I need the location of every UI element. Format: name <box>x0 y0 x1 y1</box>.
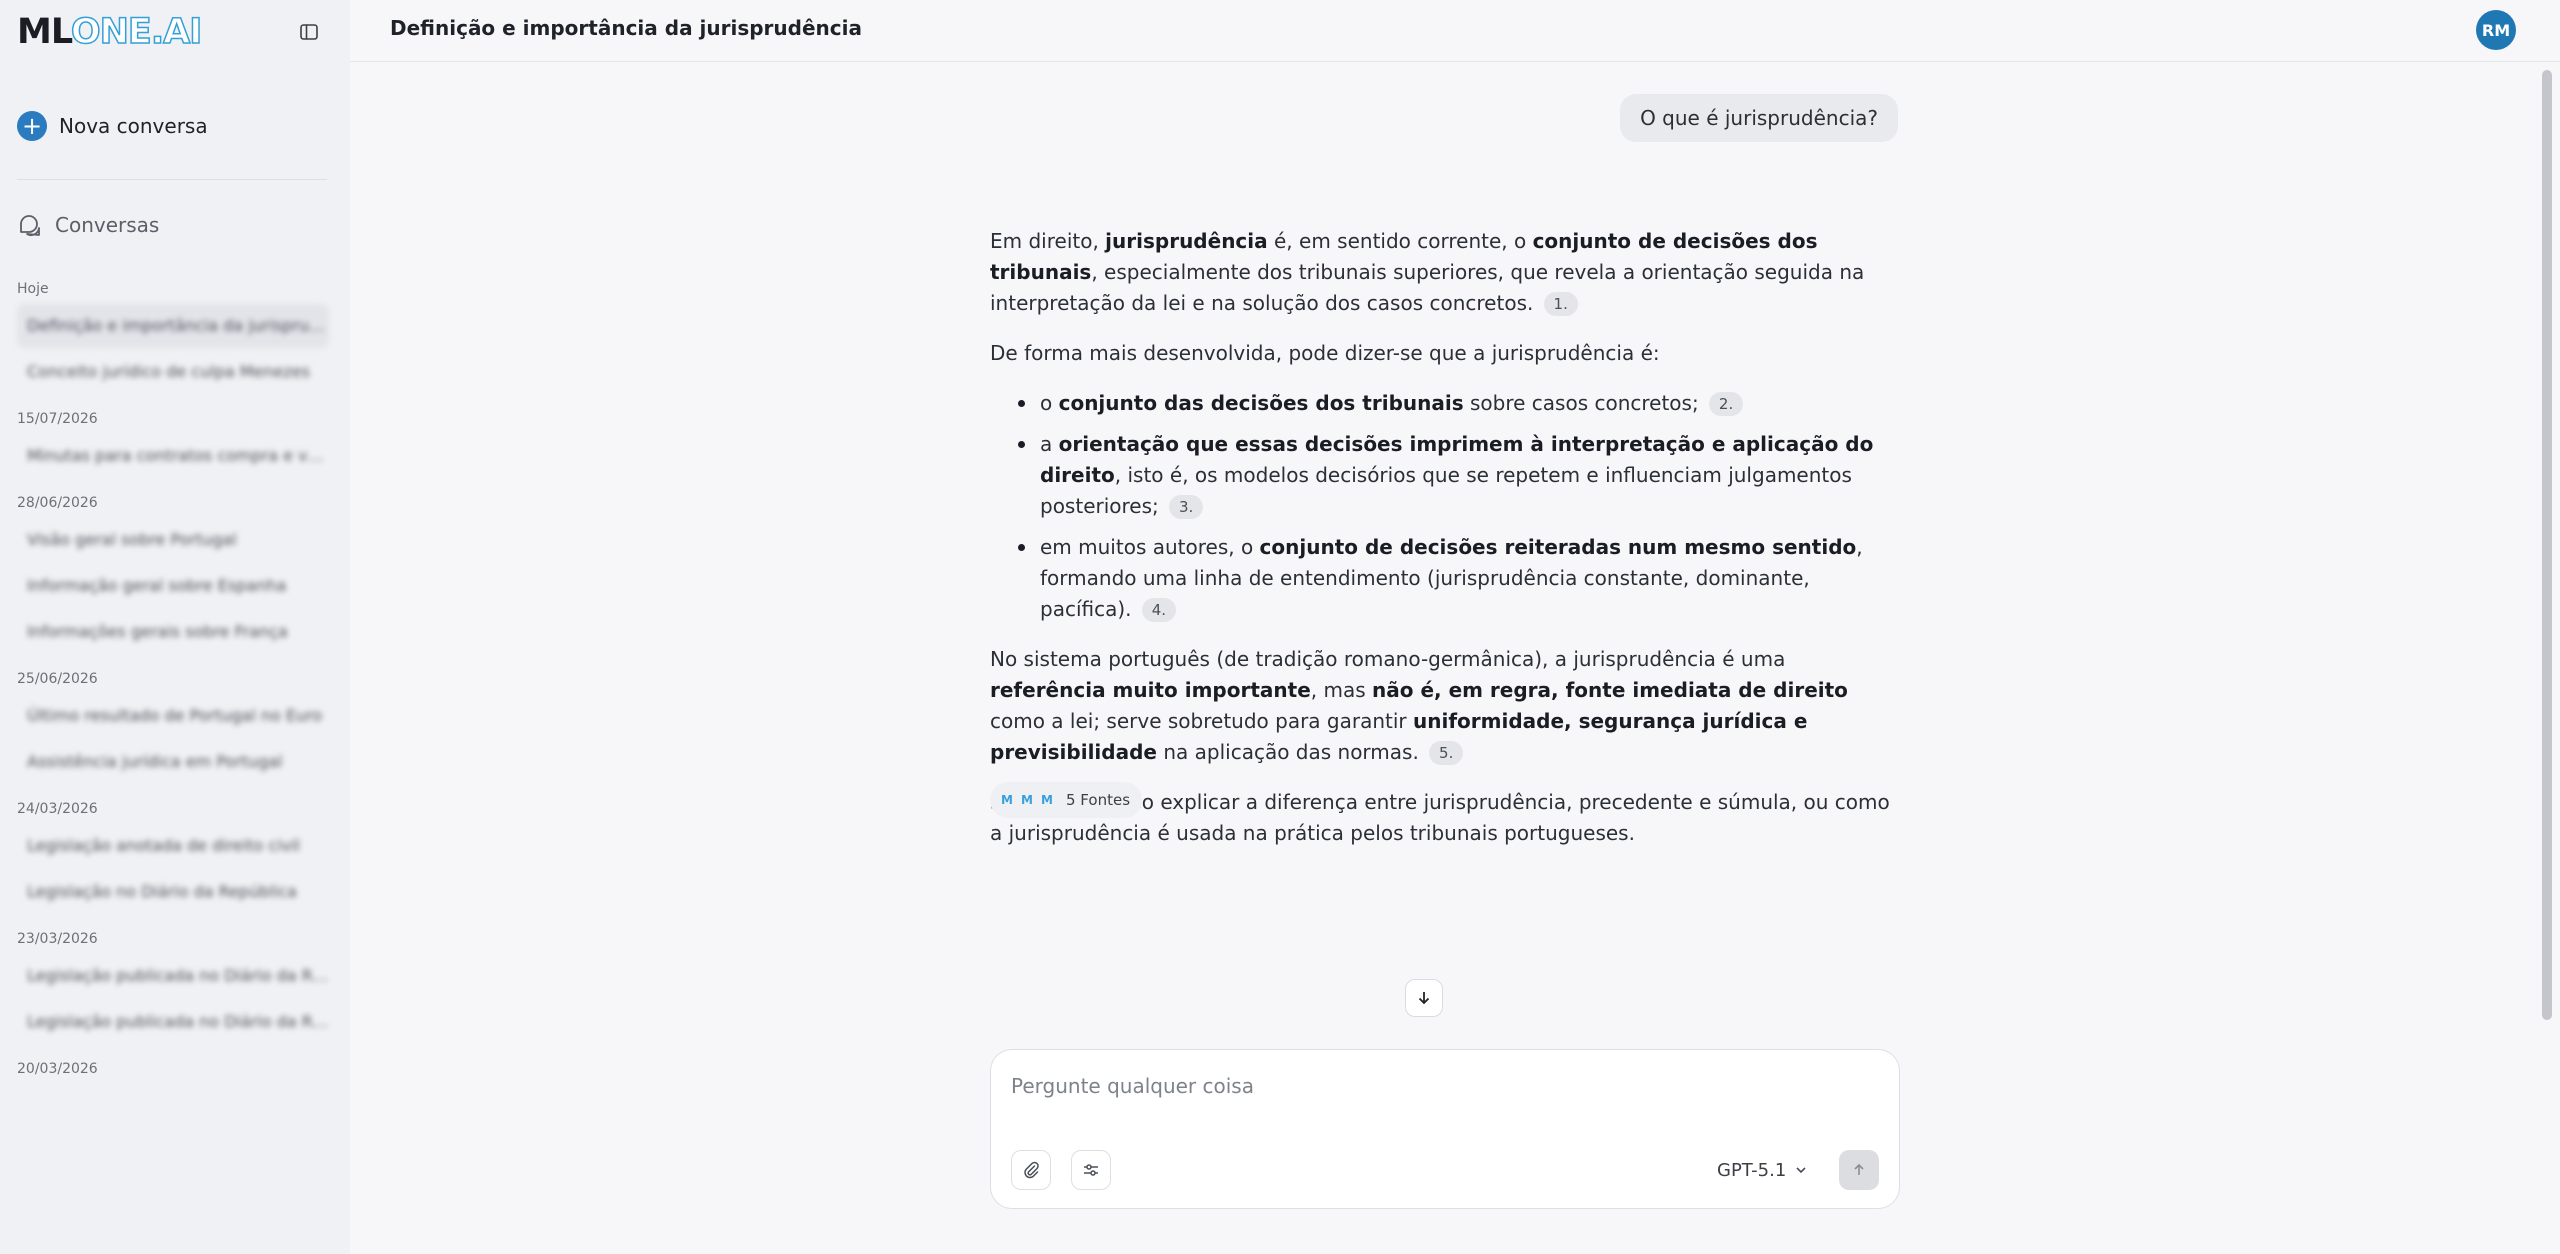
source-icons: M M M <box>998 789 1056 811</box>
sliders-icon <box>1084 1164 1098 1176</box>
plus-icon: + <box>17 111 47 141</box>
model-name: GPT-5.1 <box>1717 1159 1787 1181</box>
bullet-item: a orientação que essas decisões imprimem… <box>1018 429 1900 522</box>
conversation-item[interactable]: Visão geral sobre Portugal <box>17 518 329 562</box>
bold-segment: jurisprudência <box>1105 229 1268 253</box>
text-segment: , mas <box>1310 678 1372 702</box>
text-segment: , isto é, os modelos decisórios que se r… <box>1040 463 1852 518</box>
user-message-bubble: O que é jurisprudência? <box>1620 94 1898 142</box>
logo-ml-text: ML <box>17 12 72 52</box>
conversation-item[interactable]: Legislação no Diário da República <box>17 870 329 914</box>
conversation-group-label: 25/06/2026 <box>17 671 98 687</box>
conversation-item[interactable]: Conceito jurídico de culpa Menezes <box>17 350 329 394</box>
arrow-up-icon <box>1854 1163 1864 1175</box>
conversation-item[interactable]: Informações gerais sobre França <box>17 610 329 654</box>
source-doc-icon: M <box>1001 793 1013 807</box>
source-doc-icon: M <box>1041 793 1053 807</box>
citation-badge[interactable]: 1. <box>1543 292 1578 316</box>
page-title: Definição e importância da jurisprudênci… <box>390 16 862 40</box>
citation-badge[interactable]: 2. <box>1709 392 1744 416</box>
text-segment: sobre casos concretos; <box>1463 391 1699 415</box>
conversation-item[interactable]: Assistência jurídica em Portugal <box>17 740 329 784</box>
scroll-down-button[interactable] <box>1405 979 1443 1017</box>
conversation-item[interactable]: Minutas para contratos compra e venda <box>17 434 329 478</box>
text-segment: a <box>1040 432 1059 456</box>
chat-scrollbar[interactable] <box>2542 70 2552 1020</box>
chat-header: Definição e importância da jurisprudênci… <box>350 0 2560 62</box>
sidebar: MLONE.AI + Nova conversa Conversas Hoje D… <box>0 0 350 1254</box>
conversations-label: Conversas <box>55 213 160 237</box>
model-selector[interactable]: GPT-5.1 <box>1717 1156 1808 1184</box>
text-segment: na aplicação das normas. <box>1156 740 1419 764</box>
bullet-item: o conjunto das decisões dos tribunais so… <box>1018 388 1900 419</box>
text-segment: No sistema português (de tradição romano… <box>990 647 1786 671</box>
conversation-item[interactable]: Informação geral sobre Espanha <box>17 564 329 608</box>
sidebar-panel-icon <box>300 24 318 40</box>
answer-paragraph-3: No sistema português (de tradição romano… <box>990 644 1900 768</box>
bold-segment: referência muito importante <box>990 678 1311 702</box>
citation-badge[interactable]: 3. <box>1169 495 1204 519</box>
text-segment: é, em sentido corrente, o <box>1267 229 1533 253</box>
sources-button[interactable]: M M M 5 Fontes <box>990 782 1143 818</box>
conversation-item[interactable]: Legislação publicada no Diário da Repúbl… <box>17 1000 329 1044</box>
citation-badge[interactable]: 5. <box>1429 741 1464 765</box>
settings-button[interactable] <box>1071 1150 1111 1190</box>
conversations-header[interactable]: Conversas <box>17 209 159 241</box>
citation-badge[interactable]: 4. <box>1141 598 1176 622</box>
conversation-group-label: 23/03/2026 <box>17 931 98 947</box>
arrow-down-icon <box>1418 992 1430 1005</box>
conversation-item[interactable]: Legislação publicada no Diário da Repúbl… <box>17 954 329 998</box>
new-chat-button[interactable]: + Nova conversa <box>17 110 208 142</box>
new-chat-label: Nova conversa <box>59 114 208 138</box>
bold-segment: conjunto das decisões dos tribunais <box>1058 391 1464 415</box>
conversation-group-label: 20/03/2026 <box>17 1061 98 1077</box>
assistant-answer: Em direito, jurisprudência é, em sentido… <box>990 226 1900 868</box>
chat-bubbles-icon <box>20 215 40 236</box>
send-button[interactable] <box>1839 1150 1879 1190</box>
answer-paragraph-2: De forma mais desenvolvida, pode dizer-s… <box>990 341 1660 365</box>
text-segment: o <box>1040 391 1059 415</box>
text-segment: , especialmente dos tribunais superiores… <box>990 260 1865 315</box>
text-segment: em muitos autores, o <box>1040 535 1260 559</box>
app-logo[interactable]: MLONE.AI <box>17 11 203 53</box>
paperclip-icon <box>1024 1161 1039 1179</box>
logo-one-text: ONE.AI <box>70 11 203 53</box>
conversation-group-label: 15/07/2026 <box>17 411 98 427</box>
conversation-group-label: 24/03/2026 <box>17 801 98 817</box>
conversation-item[interactable]: Último resultado de Portugal no Euro <box>17 694 329 738</box>
source-doc-icon: M <box>1021 793 1033 807</box>
conversation-item[interactable]: Definição e importância da jurisprudênci… <box>17 304 329 348</box>
answer-paragraph-1: Em direito, jurisprudência é, em sentido… <box>990 226 1900 319</box>
text-segment: como a lei; serve sobretudo para garanti… <box>990 709 1413 733</box>
message-input[interactable] <box>1011 1068 1871 1104</box>
bold-segment: conjunto de decisões reiteradas num mesm… <box>1259 535 1857 559</box>
answer-bullet-list: o conjunto das decisões dos tribunais so… <box>990 388 1900 625</box>
sidebar-divider <box>17 179 327 180</box>
conversation-item[interactable]: Legislação anotada de direito civil <box>17 824 329 868</box>
message-composer: GPT-5.1 <box>990 1049 1900 1209</box>
bullet-item: em muitos autores, o conjunto de decisõe… <box>1018 532 1900 625</box>
bold-segment: não é, em regra, fonte imediata de direi… <box>1372 678 1848 702</box>
sidebar-toggle-button[interactable] <box>297 20 321 44</box>
conversation-group-label: Hoje <box>17 281 49 297</box>
conversation-group-label: 28/06/2026 <box>17 495 98 511</box>
sources-label: 5 Fontes <box>1066 791 1131 809</box>
chevron-down-icon <box>1796 1167 1806 1174</box>
conversation-list: Hoje Definição e importância da jurisprud… <box>17 276 329 1082</box>
text-segment: Em direito, <box>990 229 1106 253</box>
user-avatar[interactable]: RM <box>2476 10 2516 50</box>
attach-button[interactable] <box>1011 1150 1051 1190</box>
